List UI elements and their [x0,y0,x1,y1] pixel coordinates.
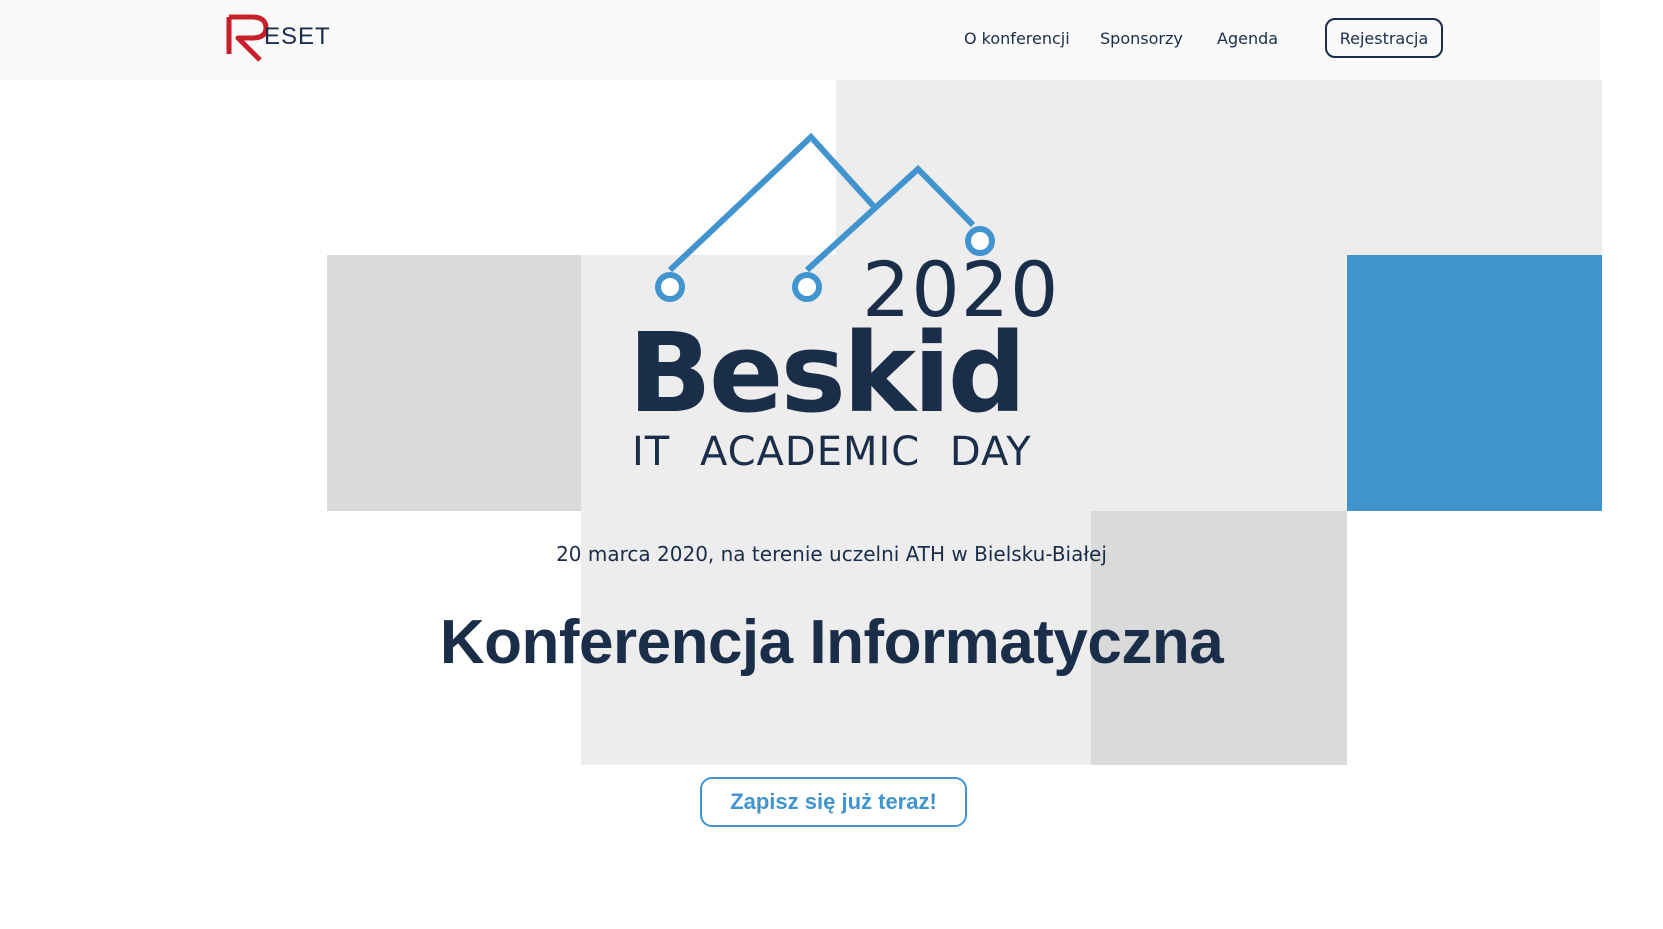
conference-name: Beskid [628,309,1027,437]
nav-agenda[interactable]: Agenda [1217,29,1278,48]
page: ESET O konferencji Sponsorzy Agenda Reje… [0,0,1663,929]
signup-button[interactable]: Zapisz się już teraz! [700,777,967,827]
logo-text: ESET [264,23,331,50]
reset-logo-icon: ESET [226,14,331,62]
bg-block-accent [1347,255,1602,511]
nav-sponsorzy[interactable]: Sponsorzy [1100,29,1183,48]
page-headline: Konferencja Informatyczna [439,608,1224,677]
bg-block [327,255,583,511]
conference-subtitle: IT ACADEMIC DAY [632,429,1032,475]
event-info: 20 marca 2020, na terenie uczelni ATH w … [556,542,1107,566]
reset-logo[interactable]: ESET [226,14,346,62]
register-button[interactable]: Rejestracja [1325,18,1443,58]
nav-o-konferencji[interactable]: O konferencji [964,29,1070,48]
